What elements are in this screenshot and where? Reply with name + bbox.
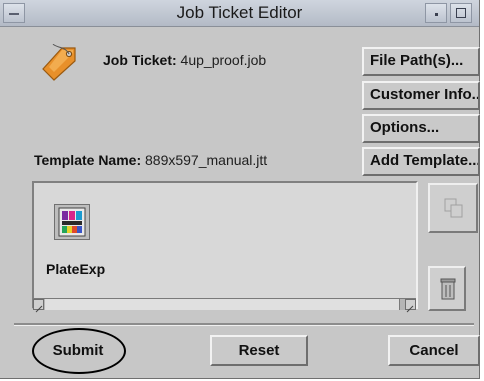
submit-button[interactable]: Submit [28,335,128,366]
maximize-button[interactable] [450,3,472,23]
title-bar[interactable]: Job Ticket Editor [0,0,479,27]
copy-icon [443,197,465,224]
customer-info-button[interactable]: Customer Info... [362,81,480,110]
scroll-left-arrow[interactable] [33,299,44,313]
template-name-row: Template Name: 889x597_manual.jtt [34,152,267,168]
reset-button[interactable]: Reset [210,335,308,366]
file-paths-button[interactable]: File Path(s)... [362,47,480,76]
job-ticket-label: Job Ticket: [103,52,177,68]
plate-exposure-label[interactable]: PlateExp [46,261,105,277]
job-ticket-row: Job Ticket: 4up_proof.job [103,52,266,68]
template-items-panel: PlateExp [32,181,418,309]
delete-button[interactable] [428,266,466,311]
scroll-right-arrow[interactable] [405,299,416,313]
minimize-button[interactable] [425,3,447,23]
cancel-button[interactable]: Cancel [388,335,480,366]
tag-icon [40,43,80,84]
plate-exposure-icon[interactable] [54,204,90,240]
template-name-label: Template Name: [34,152,142,168]
scroll-thumb[interactable] [45,299,400,310]
footer-separator [14,323,474,326]
add-template-button[interactable]: Add Template... [362,147,480,176]
horizontal-scrollbar[interactable] [33,298,416,313]
job-ticket-editor-window: Job Ticket Editor Job Ticket: 4up_proof.… [0,0,480,379]
trash-icon [438,276,458,307]
window-title: Job Ticket Editor [176,3,303,22]
template-name-value: 889x597_manual.jtt [145,152,268,168]
copy-button[interactable] [428,183,478,233]
job-ticket-value: 4up_proof.job [180,52,267,68]
options-button[interactable]: Options... [362,114,480,143]
